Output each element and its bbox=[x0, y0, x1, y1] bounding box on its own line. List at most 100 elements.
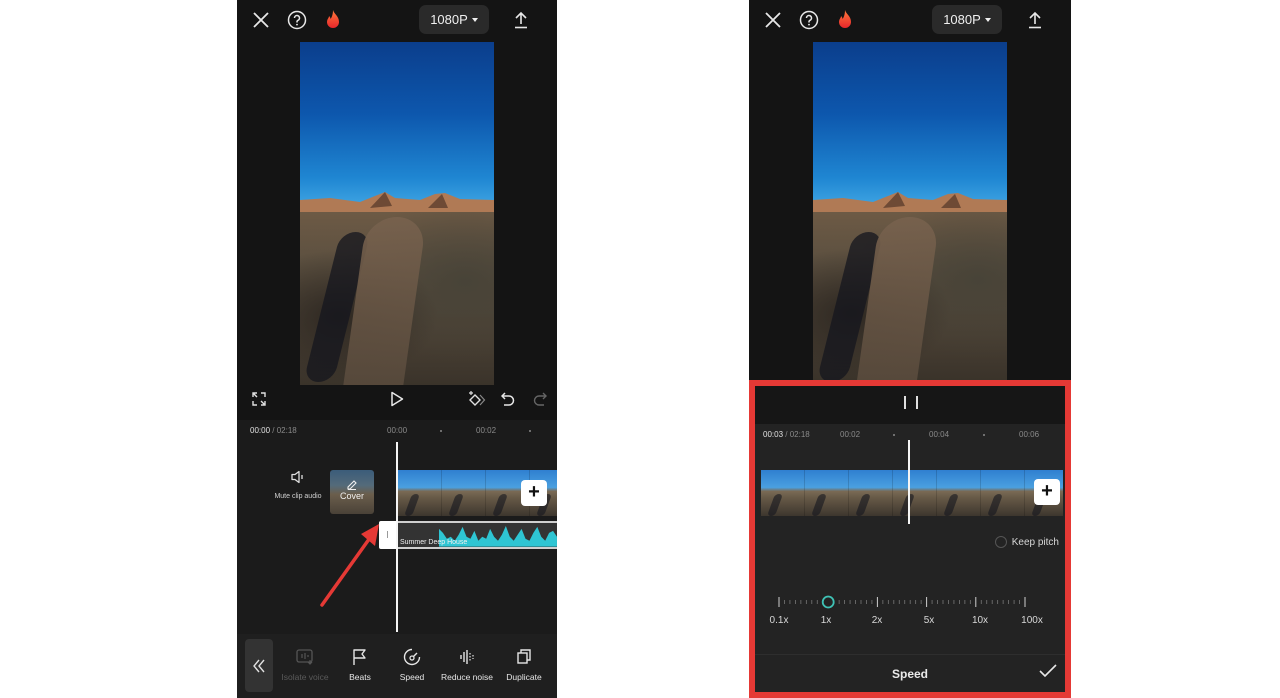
current-time: 00:03 bbox=[763, 430, 784, 439]
top-bar: 1080P bbox=[237, 0, 557, 40]
annotation-arrow bbox=[320, 524, 379, 607]
play-icon[interactable] bbox=[386, 388, 408, 410]
playback-row bbox=[755, 386, 1065, 424]
tick-dot bbox=[529, 430, 531, 432]
resolution-label: 1080P bbox=[943, 12, 981, 27]
add-clip-button[interactable]: + bbox=[1034, 479, 1060, 505]
keep-pitch-label: Keep pitch bbox=[1011, 536, 1059, 548]
clip-frame bbox=[893, 470, 937, 516]
redo-icon[interactable] bbox=[529, 388, 551, 410]
audio-track[interactable]: Summer Deep House bbox=[397, 521, 557, 549]
panel-title: Speed bbox=[891, 667, 928, 681]
pencil-icon bbox=[347, 480, 357, 490]
close-icon[interactable] bbox=[250, 9, 272, 31]
cover-button[interactable]: Cover bbox=[330, 470, 374, 514]
speed-option-label: 2x bbox=[871, 615, 883, 626]
fire-icon[interactable] bbox=[834, 9, 856, 31]
caret-down-icon bbox=[471, 17, 478, 22]
keep-pitch-toggle[interactable]: Keep pitch bbox=[994, 536, 1059, 548]
confirm-check-icon[interactable] bbox=[1039, 664, 1057, 683]
help-icon[interactable] bbox=[798, 9, 820, 31]
timecode: 00:00 / 02:18 bbox=[250, 426, 297, 435]
speed-option-label: 100x bbox=[1021, 615, 1043, 626]
isolate-voice-button[interactable]: Isolate voice bbox=[275, 648, 335, 682]
beats-label: Beats bbox=[349, 672, 371, 682]
reduce-noise-label: Reduce noise bbox=[441, 672, 493, 682]
tick-label: 00:02 bbox=[476, 426, 497, 435]
close-icon[interactable] bbox=[762, 9, 784, 31]
isolate-voice-label: Isolate voice bbox=[281, 672, 329, 682]
video-preview[interactable] bbox=[300, 42, 494, 385]
speed-option-label: 10x bbox=[971, 615, 989, 626]
pause-icon[interactable] bbox=[904, 396, 918, 412]
mute-clip-audio-button[interactable]: Mute clip audio bbox=[269, 470, 327, 500]
tick-label: 00:00 bbox=[387, 426, 408, 435]
export-icon[interactable] bbox=[510, 9, 532, 31]
playhead[interactable] bbox=[396, 442, 398, 632]
audio-track-label: Summer Deep House bbox=[400, 539, 468, 546]
speed-slider-labels: 0.1x 1x 2x 5x 10x 100x bbox=[755, 615, 1065, 627]
duplicate-label: Duplicate bbox=[506, 672, 542, 682]
clip-frame bbox=[805, 470, 849, 516]
add-clip-button[interactable]: + bbox=[521, 480, 547, 506]
speed-gauge-icon bbox=[403, 648, 421, 666]
isolate-voice-icon bbox=[296, 649, 313, 665]
help-icon[interactable] bbox=[286, 9, 308, 31]
double-chevron-left-icon bbox=[253, 659, 265, 672]
caret-down-icon bbox=[984, 17, 991, 22]
fire-icon[interactable] bbox=[322, 9, 344, 31]
resolution-dropdown[interactable]: 1080P bbox=[932, 5, 1002, 34]
reduce-noise-button[interactable]: Reduce noise bbox=[437, 648, 497, 682]
current-time: 00:00 bbox=[250, 426, 271, 435]
speed-option-label: 5x bbox=[923, 615, 935, 626]
clip-frame bbox=[937, 470, 981, 516]
video-clip-track[interactable] bbox=[761, 470, 1063, 516]
top-bar: 1080P bbox=[749, 0, 1071, 40]
clip-frame bbox=[981, 470, 1025, 516]
reduce-noise-icon bbox=[460, 650, 474, 664]
video-preview[interactable] bbox=[813, 42, 1007, 380]
speed-option-label: 0.1x bbox=[769, 615, 789, 626]
left-phone-screen: 1080P 00:00 / 02:18 00:00 00:02 Mute cli… bbox=[237, 0, 557, 698]
playback-controls bbox=[237, 388, 557, 410]
speed-button[interactable]: Speed bbox=[382, 648, 442, 682]
collapse-toolbar-button[interactable] bbox=[245, 639, 273, 692]
playhead[interactable] bbox=[908, 440, 910, 524]
clip-frame bbox=[398, 470, 442, 516]
export-icon[interactable] bbox=[1024, 9, 1046, 31]
fullscreen-icon[interactable] bbox=[248, 388, 270, 410]
keyframe-icon[interactable] bbox=[466, 388, 488, 410]
duplicate-icon bbox=[517, 649, 531, 664]
tick-dot bbox=[893, 434, 895, 436]
undo-icon[interactable] bbox=[497, 388, 519, 410]
speaker-icon bbox=[291, 470, 303, 484]
total-time: / 02:18 bbox=[783, 430, 810, 439]
resolution-label: 1080P bbox=[430, 12, 468, 27]
bottom-toolbar: Isolate voice Beats Speed Reduce noise D… bbox=[237, 634, 557, 698]
clip-frame bbox=[442, 470, 486, 516]
speed-slider-knob[interactable] bbox=[821, 595, 835, 609]
tick-label: 00:06 bbox=[1019, 430, 1040, 439]
keep-pitch-radio[interactable] bbox=[994, 536, 1007, 548]
cover-label: Cover bbox=[339, 491, 364, 501]
beats-flag-icon bbox=[353, 649, 366, 665]
beats-button[interactable]: Beats bbox=[330, 648, 390, 682]
clip-frame bbox=[761, 470, 805, 516]
time-ruler: 00:00 / 02:18 00:00 00:02 bbox=[237, 426, 557, 440]
tick-label: 00:02 bbox=[840, 430, 861, 439]
tick-dot bbox=[983, 434, 985, 436]
tick-dot bbox=[440, 430, 442, 432]
speed-label: Speed bbox=[399, 672, 425, 682]
speed-option-label: 1x bbox=[820, 615, 832, 626]
speed-panel: 00:03 / 02:18 00:02 00:04 00:06 + Keep p… bbox=[749, 380, 1071, 698]
panel-footer: Speed bbox=[755, 654, 1065, 692]
duplicate-button[interactable]: Duplicate bbox=[494, 648, 554, 682]
time-ruler: 00:03 / 02:18 00:02 00:04 00:06 bbox=[755, 430, 1065, 444]
speed-slider[interactable] bbox=[773, 594, 1031, 610]
right-phone-screen: 1080P 00:03 / 02:18 00:02 00:04 00:06 + … bbox=[749, 0, 1071, 698]
tick-label: 00:04 bbox=[929, 430, 950, 439]
clip-frame bbox=[849, 470, 893, 516]
timecode: 00:03 / 02:18 bbox=[763, 430, 810, 439]
resolution-dropdown[interactable]: 1080P bbox=[419, 5, 489, 34]
timeline[interactable]: 00:00 / 02:18 00:00 00:02 Mute clip audi… bbox=[237, 420, 557, 634]
